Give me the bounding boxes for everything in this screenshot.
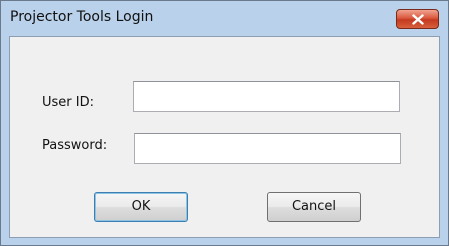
- title-bar[interactable]: Projector Tools Login: [1, 1, 448, 36]
- login-dialog: Projector Tools Login User ID: Password:…: [0, 0, 449, 246]
- cancel-button[interactable]: Cancel: [267, 192, 361, 222]
- close-icon: [412, 14, 424, 25]
- close-button[interactable]: [396, 9, 439, 29]
- user-id-label: User ID:: [42, 95, 94, 110]
- window-title: Projector Tools Login: [10, 9, 154, 25]
- password-label: Password:: [42, 138, 108, 153]
- user-id-field[interactable]: [133, 81, 400, 112]
- password-field[interactable]: [134, 133, 401, 164]
- ok-button[interactable]: OK: [94, 192, 188, 222]
- dialog-body: User ID: Password: OK Cancel: [9, 36, 440, 238]
